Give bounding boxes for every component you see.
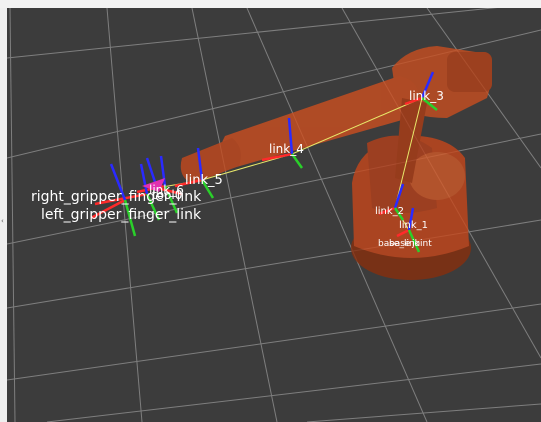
frame-label-joint: joint bbox=[411, 239, 432, 249]
frame-label-link-2: link_2 bbox=[375, 206, 404, 217]
frame-label-link-1: link_1 bbox=[399, 220, 428, 231]
frame-label-left-gripper-finger-link: left_gripper_finger_link bbox=[41, 207, 202, 223]
frame-label-right-gripper-finger-link: right_gripper_finger_link bbox=[31, 189, 202, 205]
3d-render-viewport[interactable]: link_3 link_4 link_5 link_6 tool0 right_… bbox=[7, 8, 541, 422]
collapse-arrow-icon[interactable]: ‹ bbox=[1, 217, 4, 225]
frame-label-base: base bbox=[389, 239, 411, 249]
frame-label-link-4: link_4 bbox=[269, 142, 304, 156]
window-top-strip bbox=[0, 0, 541, 8]
frame-label-link-5: link_5 bbox=[185, 173, 223, 188]
scene-canvas: link_3 link_4 link_5 link_6 tool0 right_… bbox=[7, 8, 541, 422]
frame-label-link-3: link_3 bbox=[409, 89, 444, 103]
